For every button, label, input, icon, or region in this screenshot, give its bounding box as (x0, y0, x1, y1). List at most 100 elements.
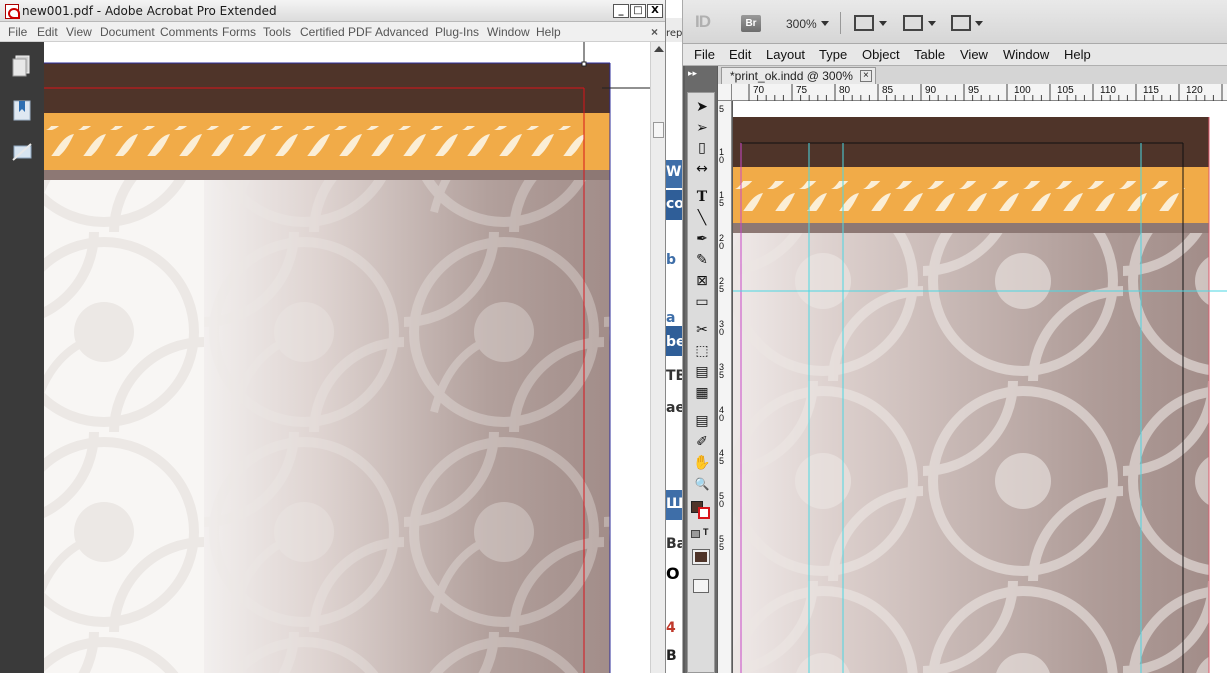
acrobat-window: new001.pdf - Adobe Acrobat Pro Extended … (0, 0, 666, 673)
scroll-up-icon[interactable] (654, 46, 664, 52)
ruler-label: 55 (719, 534, 725, 552)
eyedropper-tool-icon[interactable]: ✐ (693, 434, 711, 450)
direct-selection-tool-icon[interactable]: ➢ (693, 120, 711, 136)
pdf-file-icon (5, 4, 20, 19)
bookmarks-icon[interactable] (11, 98, 33, 122)
menu-file[interactable]: File (8, 25, 27, 39)
ruler-label: 100 (1014, 85, 1031, 96)
scissors-tool-icon[interactable]: ✂ (693, 322, 711, 338)
close-tab-icon[interactable]: × (859, 70, 872, 82)
sliver-text: B (666, 648, 677, 664)
gradient-feather-tool-icon[interactable]: ▦ (693, 385, 711, 401)
ruler-label: 115 (1143, 85, 1159, 96)
gradient-tool-icon[interactable]: ▤ (693, 364, 711, 380)
sliver-text: O (666, 564, 680, 583)
arrange-documents-icon[interactable] (951, 15, 971, 31)
ruler-label: 5 (719, 104, 725, 114)
menu-tools[interactable]: Tools (263, 25, 291, 39)
ruler-label: 95 (968, 85, 980, 96)
hand-tool-icon[interactable]: ✋ (693, 455, 711, 471)
menu-edit[interactable]: Edit (37, 25, 58, 39)
horizontal-ruler[interactable]: 70 75 80 85 90 95 100 105 110 115 120 (732, 84, 1227, 101)
menu-comments[interactable]: Comments (160, 25, 218, 39)
note-tool-icon[interactable]: ▤ (693, 413, 711, 429)
gap-tool-icon[interactable]: ↔ (693, 161, 711, 177)
page-tool-icon[interactable]: ▯ (693, 140, 711, 156)
menu-view[interactable]: View (960, 47, 988, 62)
menu-type[interactable]: Type (819, 47, 847, 62)
zoom-level[interactable]: 300% (786, 17, 817, 31)
pen-tool-icon[interactable]: ✒ (693, 231, 711, 247)
menu-plugins[interactable]: Plug-Ins (435, 25, 479, 39)
minimize-button[interactable]: _ (613, 4, 629, 18)
close-button[interactable]: X (647, 4, 663, 18)
formatting-text-icon[interactable]: T (703, 527, 709, 537)
view-options-icon[interactable] (854, 15, 874, 31)
formatting-container-icon[interactable] (691, 530, 700, 538)
rectangle-tool-icon[interactable]: ▭ (693, 294, 711, 310)
zoom-tool-icon[interactable]: 🔍 (693, 476, 711, 492)
ruler-label: 70 (753, 85, 765, 96)
signatures-icon[interactable] (11, 140, 33, 164)
toolbar-divider (840, 12, 841, 34)
sliver-text: Wi (666, 164, 682, 180)
indesign-window: ID Br 300% File Edit Layout Type Object … (683, 0, 1227, 673)
acrobat-vertical-scrollbar[interactable] (650, 42, 665, 673)
normal-view-mode-icon[interactable] (693, 579, 709, 593)
menu-document[interactable]: Document (100, 25, 155, 39)
sliver-text: Ba (666, 536, 682, 552)
menu-file[interactable]: File (694, 47, 715, 62)
pages-icon[interactable] (11, 54, 33, 78)
document-tab-label: *print_ok.indd @ 300% (730, 69, 853, 83)
menu-object[interactable]: Object (862, 47, 900, 62)
ruler-label: 10 (719, 147, 725, 165)
menu-window[interactable]: Window (487, 25, 530, 39)
pdf-page-artwork (44, 42, 650, 673)
chevron-down-icon[interactable] (928, 21, 936, 26)
menu-view[interactable]: View (66, 25, 92, 39)
indesign-menu-bar: File Edit Layout Type Object Table View … (683, 44, 1227, 66)
indesign-application-bar: ID Br 300% (683, 0, 1227, 44)
sliver-text: be (666, 334, 682, 350)
menu-edit[interactable]: Edit (729, 47, 751, 62)
vertical-ruler[interactable]: 5 10 15 20 25 30 35 40 45 50 55 (718, 101, 732, 673)
ruler-label: 15 (719, 190, 725, 208)
pdf-document-view[interactable] (44, 42, 650, 673)
selection-tool-icon[interactable]: ➤ (693, 99, 711, 115)
menu-certified-pdf[interactable]: Certified PDF (300, 25, 372, 39)
collapse-panel-icon[interactable]: ▸▸ (688, 68, 697, 79)
ruler-label: 35 (719, 362, 725, 380)
ruler-label: 110 (1100, 85, 1116, 96)
bridge-button[interactable]: Br (741, 15, 761, 32)
menu-layout[interactable]: Layout (766, 47, 805, 62)
ruler-origin[interactable] (718, 84, 732, 101)
type-tool-icon[interactable]: T (693, 189, 711, 205)
chevron-down-icon[interactable] (821, 21, 829, 26)
menu-help[interactable]: Help (536, 25, 561, 39)
ruler-label: 90 (925, 85, 937, 96)
ruler-label: 25 (719, 276, 725, 294)
sliver-text: b (666, 252, 677, 268)
rectangle-frame-tool-icon[interactable]: ⊠ (693, 273, 711, 289)
scroll-thumb[interactable] (653, 122, 664, 138)
ruler-label: 30 (719, 319, 725, 337)
document-tab[interactable]: *print_ok.indd @ 300% × (721, 67, 876, 84)
chevron-down-icon[interactable] (975, 21, 983, 26)
screen-mode-icon[interactable] (903, 15, 923, 31)
pencil-tool-icon[interactable]: ✎ (693, 252, 711, 268)
menu-window[interactable]: Window (1003, 47, 1049, 62)
ruler-label: 75 (796, 85, 808, 96)
maximize-button[interactable]: □ (630, 4, 646, 18)
chevron-down-icon[interactable] (879, 21, 887, 26)
apply-color-icon[interactable] (692, 549, 710, 565)
sliver-text: rep (666, 28, 683, 39)
menu-advanced[interactable]: Advanced (375, 25, 428, 39)
menu-forms[interactable]: Forms (222, 25, 256, 39)
menu-table[interactable]: Table (914, 47, 945, 62)
document-close-icon[interactable]: × (651, 25, 658, 39)
document-canvas[interactable] (733, 101, 1227, 673)
stroke-color-swatch[interactable] (698, 507, 710, 519)
free-transform-tool-icon[interactable]: ⬚ (693, 343, 711, 359)
line-tool-icon[interactable]: ╲ (693, 210, 711, 226)
menu-help[interactable]: Help (1064, 47, 1091, 62)
